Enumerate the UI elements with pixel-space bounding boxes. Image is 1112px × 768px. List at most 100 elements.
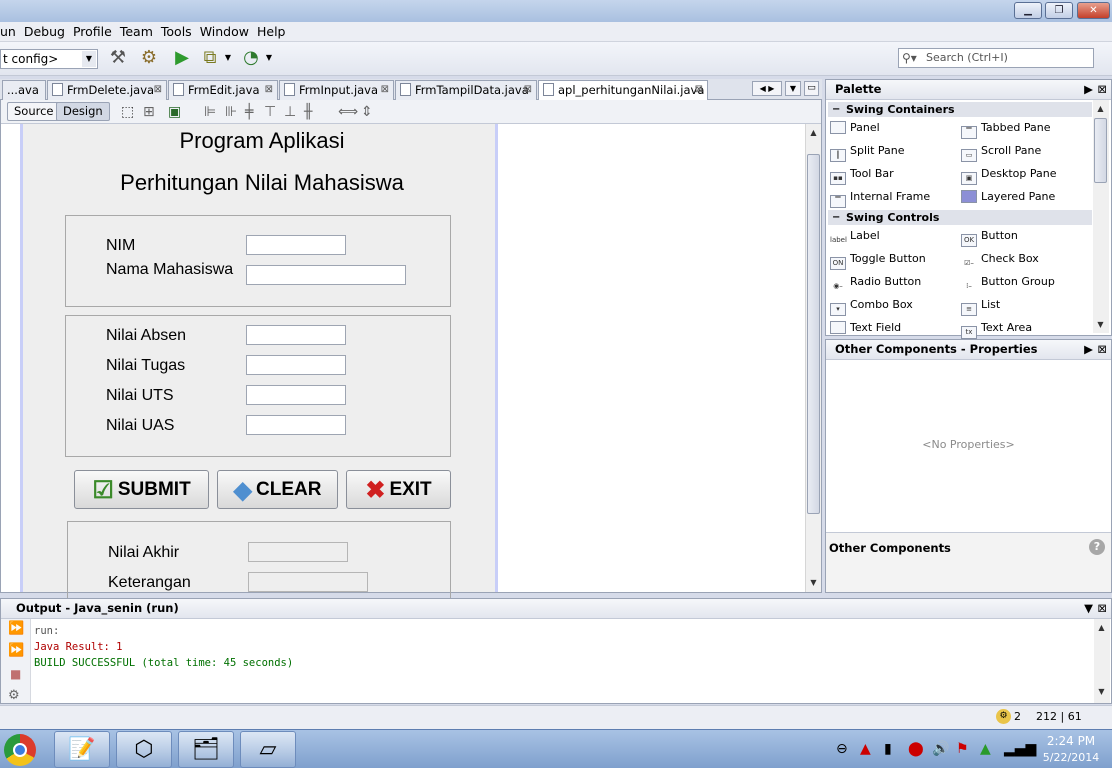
close-icon[interactable]: ⊠ xyxy=(154,81,162,99)
scroll-down-icon[interactable]: ▼ xyxy=(1093,318,1108,332)
tray-expand-icon[interactable]: ⊖ xyxy=(836,740,848,758)
usb-tray-icon[interactable]: ▮ xyxy=(884,740,892,758)
uts-field[interactable] xyxy=(246,385,346,405)
menu-debug[interactable]: Debug xyxy=(20,22,69,40)
palette-item-split-pane[interactable]: ┃ Split Pane xyxy=(830,144,905,162)
menu-profile[interactable]: Profile xyxy=(69,22,116,40)
palette-item-tool-bar[interactable]: ▪▪ Tool Bar xyxy=(830,167,894,185)
rerun-debug-icon[interactable]: ⏩ xyxy=(8,643,24,658)
close-icon[interactable]: ⊠ xyxy=(524,81,532,99)
settings-icon[interactable]: ⚙ xyxy=(8,688,20,703)
keterangan-field[interactable] xyxy=(248,572,368,592)
editor-scrollbar[interactable]: ▲ ▼ xyxy=(805,124,821,592)
tab-list-icon[interactable]: ▼ xyxy=(785,81,801,96)
tab-apl-perhitungan-nilai[interactable]: apl_perhitunganNilai.java ⊠ xyxy=(538,80,708,101)
virtualbox-app-icon[interactable]: ⬡ xyxy=(116,731,172,768)
notifications-icon[interactable]: ⚙ xyxy=(996,709,1011,724)
nama-field[interactable] xyxy=(246,265,406,285)
clean-build-icon[interactable]: ⚙ xyxy=(137,46,161,70)
clock-time[interactable]: 2:24 PM xyxy=(1036,734,1106,748)
tab-frmedit[interactable]: FrmEdit.java ⊠ xyxy=(168,80,278,100)
close-button[interactable]: ✕ xyxy=(1077,2,1110,19)
chrome-icon[interactable] xyxy=(4,734,36,766)
align-bottom-icon[interactable]: ⊥ xyxy=(284,104,296,120)
scroll-up-icon[interactable]: ▲ xyxy=(806,126,821,140)
menu-window[interactable]: Window xyxy=(196,22,253,40)
restore-button[interactable]: ❐ xyxy=(1045,2,1073,19)
close-icon[interactable]: ⊠ xyxy=(381,81,389,99)
palette-item-check-box[interactable]: ☑– Check Box xyxy=(961,252,1039,271)
minimize-button[interactable]: ▁ xyxy=(1014,2,1042,19)
palette-item-toggle-button[interactable]: ON Toggle Button xyxy=(830,252,926,270)
tab-frminput[interactable]: FrmInput.java ⊠ xyxy=(279,80,394,100)
close-icon[interactable]: ⊠ xyxy=(1097,340,1107,359)
clock-date[interactable]: 5/22/2014 xyxy=(1036,751,1106,764)
connection-mode-icon[interactable]: ⊞ xyxy=(143,104,155,120)
close-icon[interactable]: ⊠ xyxy=(1097,80,1107,99)
clear-button[interactable]: ◆ CLEAR xyxy=(217,470,338,509)
palette-item-layered-pane[interactable]: Layered Pane xyxy=(961,190,1055,204)
source-button[interactable]: Source xyxy=(7,102,61,121)
minimize-icon[interactable]: ▼ xyxy=(1084,599,1093,618)
palette-item-button-group[interactable]: ⁞– Button Group xyxy=(961,275,1055,294)
close-icon[interactable]: ⊠ xyxy=(695,81,703,99)
jframe-form[interactable]: Program Aplikasi Perhitungan Nilai Mahas… xyxy=(20,124,498,601)
palette-scrollbar[interactable]: ▲ ▼ xyxy=(1093,100,1109,333)
stop-icon[interactable]: ■ xyxy=(10,667,21,681)
selection-mode-icon[interactable]: ⬚ xyxy=(121,104,134,120)
align-left-icon[interactable]: ⊫ xyxy=(204,104,216,120)
tugas-field[interactable] xyxy=(246,355,346,375)
update-tray-icon[interactable]: ▲ xyxy=(980,740,991,758)
rerun-icon[interactable]: ⏩ xyxy=(8,621,24,636)
palette-item-tabbed-pane[interactable]: ▔ Tabbed Pane xyxy=(961,121,1050,139)
search-input[interactable]: ⚲▾ Search (Ctrl+I) xyxy=(898,48,1094,68)
design-button[interactable]: Design xyxy=(56,102,110,121)
menu-run[interactable]: un xyxy=(0,22,20,40)
flag-tray-icon[interactable]: ⚑ xyxy=(956,740,969,758)
align-top-icon[interactable]: ⊤ xyxy=(264,104,276,120)
tab-scroll-arrows[interactable]: ◀ ▶ xyxy=(752,81,782,96)
center-vertical-icon[interactable]: ╫ xyxy=(304,104,312,120)
palette-item-radio-button[interactable]: ◉– Radio Button xyxy=(830,275,921,294)
hammer-icon[interactable]: ⚒ xyxy=(106,46,130,70)
nim-field[interactable] xyxy=(246,235,346,255)
preview-design-icon[interactable]: ▣ xyxy=(168,104,181,120)
scroll-up-icon[interactable]: ▲ xyxy=(1094,621,1109,635)
resize-horizontal-icon[interactable]: ⟺ xyxy=(338,104,358,120)
palette-category-containers[interactable]: Swing Containers xyxy=(828,102,1092,117)
akhir-field[interactable] xyxy=(248,542,348,562)
close-icon[interactable]: ⊠ xyxy=(1097,599,1107,618)
submit-button[interactable]: ☑ SUBMIT xyxy=(74,470,209,509)
palette-category-controls[interactable]: Swing Controls xyxy=(828,210,1092,225)
tab-frmdelete[interactable]: FrmDelete.java ⊠ xyxy=(47,80,167,100)
palette-item-internal-frame[interactable]: ▔ Internal Frame xyxy=(830,190,930,208)
menu-help[interactable]: Help xyxy=(253,22,290,40)
netbeans-app-icon[interactable]: ▱ xyxy=(240,731,296,768)
palette-item-list[interactable]: ≡ List xyxy=(961,298,1000,316)
menu-team[interactable]: Team xyxy=(116,22,157,40)
chevron-down-icon[interactable]: ▼ xyxy=(222,46,234,70)
antivirus-tray-icon[interactable]: ⬤ xyxy=(908,740,924,758)
minimize-icon[interactable]: ▶ xyxy=(1084,80,1093,99)
palette-item-text-area[interactable]: tx Text Area xyxy=(961,321,1032,339)
scroll-thumb[interactable] xyxy=(1094,118,1107,183)
run-icon[interactable]: ▶ xyxy=(170,46,194,70)
debug-icon[interactable]: ⧉ xyxy=(198,46,222,70)
palette-item-desktop-pane[interactable]: ▣ Desktop Pane xyxy=(961,167,1056,185)
palette-item-button[interactable]: OK Button xyxy=(961,229,1018,247)
center-horizontal-icon[interactable]: ╪ xyxy=(245,104,253,120)
menu-tools[interactable]: Tools xyxy=(157,22,196,40)
palette-item-text-field[interactable]: Text Field xyxy=(830,321,901,335)
tab-frmtampildata[interactable]: FrmTampilData.java ⊠ xyxy=(395,80,537,100)
profile-icon[interactable]: ◔ xyxy=(239,46,263,70)
tab-java[interactable]: ...ava xyxy=(2,80,46,100)
exit-button[interactable]: ✖ EXIT xyxy=(346,470,451,509)
close-icon[interactable]: ⊠ xyxy=(265,81,273,99)
chevron-down-icon[interactable]: ▼ xyxy=(263,46,275,70)
output-scrollbar[interactable]: ▲ ▼ xyxy=(1094,619,1110,703)
align-right-icon[interactable]: ⊪ xyxy=(225,104,237,120)
network-signal-icon[interactable]: ▂▄▆ xyxy=(1004,740,1036,758)
config-combo[interactable]: t config> ▼ xyxy=(0,49,98,69)
volume-icon[interactable]: 🔊 xyxy=(932,740,949,758)
resize-vertical-icon[interactable]: ⇕ xyxy=(361,104,373,120)
